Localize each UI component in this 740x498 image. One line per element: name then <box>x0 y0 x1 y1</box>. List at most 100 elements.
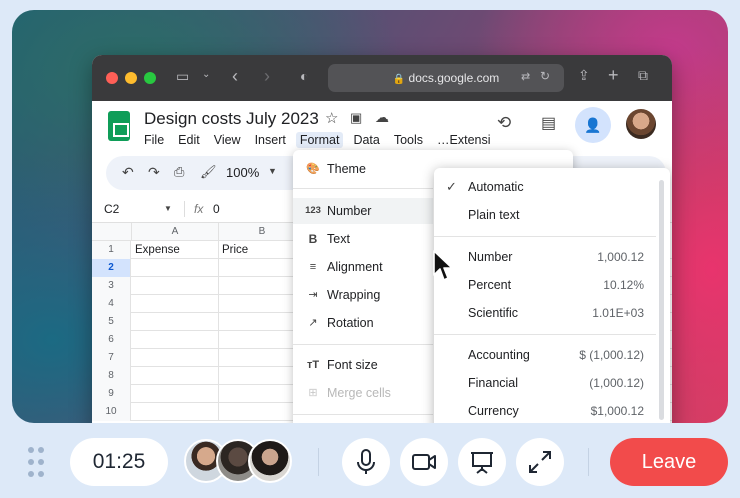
microphone-button[interactable] <box>342 438 390 486</box>
row-number[interactable]: 4 <box>92 295 131 313</box>
format-menu-wrapping[interactable]: ⇥ Wrapping <box>293 282 433 308</box>
number-format-automatic[interactable]: ✓ Automatic <box>434 174 670 200</box>
doc-title[interactable]: Design costs July 2023 <box>144 109 319 129</box>
share-person-icon[interactable]: 👤 <box>575 107 611 143</box>
row-number[interactable]: 2 <box>92 259 131 277</box>
sidebar-icon[interactable]: ▭ <box>176 68 189 85</box>
row-number[interactable]: 9 <box>92 385 131 403</box>
comments-icon[interactable]: ▤ <box>541 113 556 133</box>
close-window-button[interactable] <box>106 72 118 84</box>
menu-file[interactable]: File <box>144 133 164 147</box>
call-timer: 01:25 <box>70 438 168 486</box>
docs-header: Design costs July 2023 ☆ ▣ ☁ File Edit Vie… <box>92 101 672 153</box>
number-format-submenu: ✓ Automatic Plain text Number 1,000.12 P… <box>434 168 670 423</box>
call-controls-bar: 01:25 Leave <box>0 430 740 498</box>
menu-divider <box>434 334 656 335</box>
chevron-down-icon[interactable]: ⌄ <box>202 69 210 80</box>
row-number[interactable]: 1 <box>92 241 131 259</box>
align-icon: ≡ <box>309 261 317 273</box>
cell[interactable] <box>132 313 219 331</box>
format-menu-text[interactable]: B Text <box>293 226 433 252</box>
print-icon[interactable]: ⎙ <box>174 164 184 180</box>
select-all-corner[interactable] <box>92 223 132 241</box>
shield-icon[interactable]: ◐ <box>300 68 308 84</box>
zoom-dropdown-icon[interactable]: ▼ <box>268 166 277 176</box>
new-tab-icon[interactable]: + <box>608 65 619 86</box>
row-number[interactable]: 7 <box>92 349 131 367</box>
menu-extensions[interactable]: …Extensi <box>437 133 491 147</box>
cell[interactable] <box>132 367 219 385</box>
menu-format[interactable]: Format <box>295 132 344 148</box>
row-number[interactable]: 6 <box>92 331 131 349</box>
column-header-a[interactable]: A <box>132 223 219 241</box>
cell[interactable] <box>132 277 219 295</box>
cell[interactable] <box>132 331 219 349</box>
screen-share-button[interactable] <box>458 438 506 486</box>
fullscreen-button[interactable] <box>516 438 564 486</box>
redo-icon[interactable]: ↷ <box>148 164 160 181</box>
minimize-window-button[interactable] <box>125 72 137 84</box>
microphone-icon <box>357 449 375 474</box>
menu-view[interactable]: View <box>214 133 241 147</box>
formula-input[interactable]: 0 <box>213 202 220 216</box>
menu-divider <box>293 188 433 189</box>
row-number[interactable]: 3 <box>92 277 131 295</box>
camera-button[interactable] <box>400 438 448 486</box>
format-menu-theme[interactable]: 🎨 Theme <box>293 156 433 182</box>
number-format-financial[interactable]: Financial (1,000.12) <box>434 370 670 396</box>
forward-icon[interactable]: › <box>264 66 270 87</box>
zoom-select[interactable]: 100% <box>226 165 259 180</box>
number-format-scientific[interactable]: Scientific 1.01E+03 <box>434 300 670 326</box>
cell[interactable] <box>132 403 219 421</box>
cell-a2[interactable] <box>132 259 219 277</box>
user-avatar[interactable] <box>626 109 656 139</box>
menu-tools[interactable]: Tools <box>394 133 423 147</box>
cell[interactable] <box>132 349 219 367</box>
divider <box>588 448 589 476</box>
undo-icon[interactable]: ↶ <box>122 164 134 181</box>
number-format-currency[interactable]: Currency $1,000.12 <box>434 398 670 423</box>
presentation-icon <box>471 452 493 474</box>
name-box[interactable]: C2 <box>104 202 119 216</box>
reload-icon[interactable]: ↻ <box>540 69 550 83</box>
back-icon[interactable]: ‹ <box>232 66 238 87</box>
submenu-scrollbar[interactable] <box>659 180 664 420</box>
paint-format-icon[interactable]: 🖌 <box>200 164 217 180</box>
menu-bar: File Edit View Insert Format Data Tools …Extens… <box>144 132 505 148</box>
format-menu-alignment[interactable]: ≡ Alignment <box>293 254 433 280</box>
row-number[interactable]: 5 <box>92 313 131 331</box>
number-format-percent[interactable]: Percent 10.12% <box>434 272 670 298</box>
cell[interactable] <box>132 295 219 313</box>
cell[interactable] <box>132 385 219 403</box>
sheets-logo-icon[interactable] <box>108 111 130 141</box>
format-menu-font-size[interactable]: тT Font size <box>293 352 433 378</box>
format-menu-rotation[interactable]: ↗ Rotation <box>293 310 433 336</box>
leave-call-button[interactable]: Leave <box>610 438 728 486</box>
menu-data[interactable]: Data <box>353 133 379 147</box>
tabs-overview-icon[interactable]: ⧉ <box>638 67 648 84</box>
star-icon[interactable]: ☆ <box>325 109 338 127</box>
wrap-icon: ⇥ <box>308 289 318 301</box>
video-camera-icon <box>412 454 436 470</box>
row-number[interactable]: 10 <box>92 403 131 421</box>
check-icon: ✓ <box>446 179 457 194</box>
menu-insert[interactable]: Insert <box>255 133 286 147</box>
divider <box>318 448 319 476</box>
share-icon[interactable]: ⇪ <box>578 67 590 84</box>
number-format-accounting[interactable]: Accounting $ (1,000.12) <box>434 342 670 368</box>
row-number[interactable]: 8 <box>92 367 131 385</box>
menu-edit[interactable]: Edit <box>178 133 200 147</box>
fx-icon: fx <box>194 202 204 216</box>
name-box-dropdown-icon[interactable]: ▼ <box>164 204 172 213</box>
version-history-icon[interactable]: ⟲ <box>497 113 511 133</box>
format-menu-number[interactable]: 123 Number <box>293 198 433 224</box>
participant-avatar[interactable] <box>248 439 292 483</box>
cloud-status-icon[interactable]: ☁ <box>375 109 389 126</box>
drag-handle-icon[interactable] <box>26 444 46 480</box>
translate-icon[interactable]: ⇄ <box>521 70 530 83</box>
number-format-plain-text[interactable]: Plain text <box>434 202 670 228</box>
cell-a1[interactable]: Expense <box>132 241 219 259</box>
move-folder-icon[interactable]: ▣ <box>350 110 362 126</box>
maximize-window-button[interactable] <box>144 72 156 84</box>
number-format-number[interactable]: Number 1,000.12 <box>434 244 670 270</box>
